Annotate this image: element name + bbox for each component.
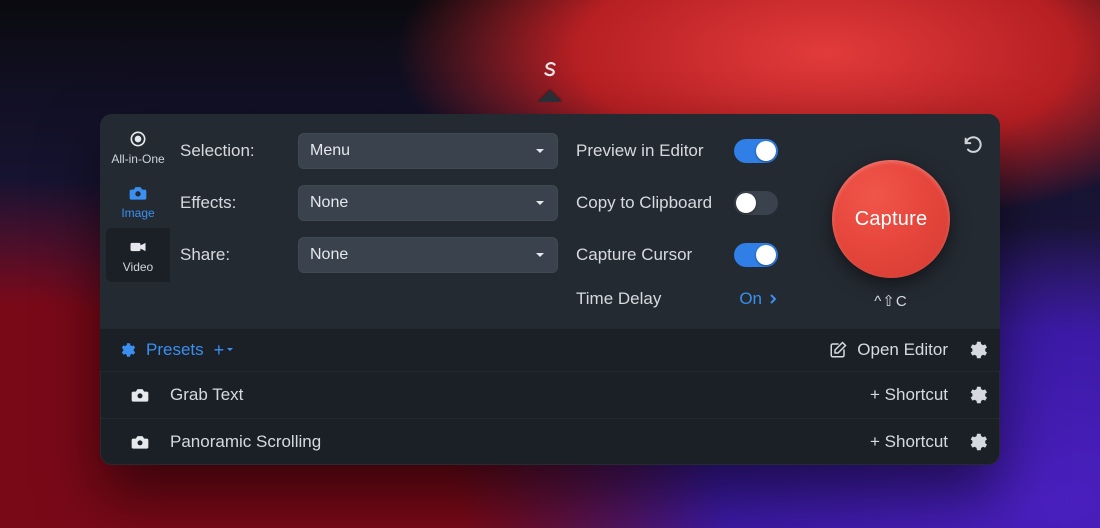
label-share: Share: [180,245,280,265]
select-value: Menu [310,142,350,160]
open-editor-button[interactable]: Open Editor [829,340,948,360]
presets-label[interactable]: Presets [146,340,204,360]
preset-name: Panoramic Scrolling [170,432,321,452]
select-effects[interactable]: None [298,185,558,221]
label-copy-to-clipboard: Copy to Clipboard [576,193,712,213]
label-selection: Selection: [180,141,280,161]
caret-down-icon [534,249,546,261]
preset-row[interactable]: Panoramic Scrolling + Shortcut [100,418,1000,465]
caret-down-icon [534,145,546,157]
plus-label: + [214,340,225,361]
preset-row[interactable]: Grab Text + Shortcut [100,371,1000,418]
capture-panel: All-in-One Image Video [100,114,1000,465]
camera-icon [130,432,150,452]
preset-settings-button[interactable] [966,384,988,406]
panel-settings-button[interactable] [966,339,988,361]
mode-sidebar: All-in-One Image Video [100,114,170,328]
label-preview-in-editor: Preview in Editor [576,141,704,161]
tab-label: Video [123,260,153,274]
label-capture-cursor: Capture Cursor [576,245,692,265]
caret-down-icon [534,197,546,209]
select-value: None [310,194,348,212]
capture-shortcut-hint: ^⇧C [874,292,907,310]
menubar-anchor [538,60,562,102]
caret-down-icon [226,346,234,354]
presets-bar: Presets + Open Editor [100,328,1000,371]
tab-label: All-in-One [111,152,164,166]
preset-settings-button[interactable] [966,431,988,453]
tab-image[interactable]: Image [106,174,170,228]
camera-icon [130,385,150,405]
video-icon [128,237,148,257]
tab-all-in-one[interactable]: All-in-One [106,120,170,174]
toggle-copy-to-clipboard[interactable] [734,191,778,215]
popover-pointer [538,90,562,102]
open-editor-label: Open Editor [857,340,948,360]
label-effects: Effects: [180,193,280,213]
snagit-menubar-icon[interactable] [539,60,561,82]
preset-name: Grab Text [170,385,243,405]
capture-button[interactable]: Capture [832,160,950,278]
add-preset-button[interactable]: + [214,340,235,361]
camera-icon [128,183,148,203]
capture-button-label: Capture [855,208,928,231]
label-time-delay: Time Delay [576,289,661,309]
toggle-preview-in-editor[interactable] [734,139,778,163]
add-shortcut-button[interactable]: + Shortcut [870,385,948,405]
settings-grid: Selection: Menu Preview in Editor Effect… [170,114,1000,328]
toggle-capture-cursor[interactable] [734,243,778,267]
gear-presets-icon [118,341,136,359]
target-icon [128,129,148,149]
time-delay-button[interactable]: On [739,289,778,309]
time-delay-value: On [739,289,762,309]
select-selection[interactable]: Menu [298,133,558,169]
tab-video[interactable]: Video [106,228,170,282]
undo-button[interactable] [962,134,984,156]
tab-label: Image [121,206,154,220]
add-shortcut-button[interactable]: + Shortcut [870,432,948,452]
edit-icon [829,341,847,359]
chevron-right-icon [768,294,778,304]
select-value: None [310,246,348,264]
select-share[interactable]: None [298,237,558,273]
